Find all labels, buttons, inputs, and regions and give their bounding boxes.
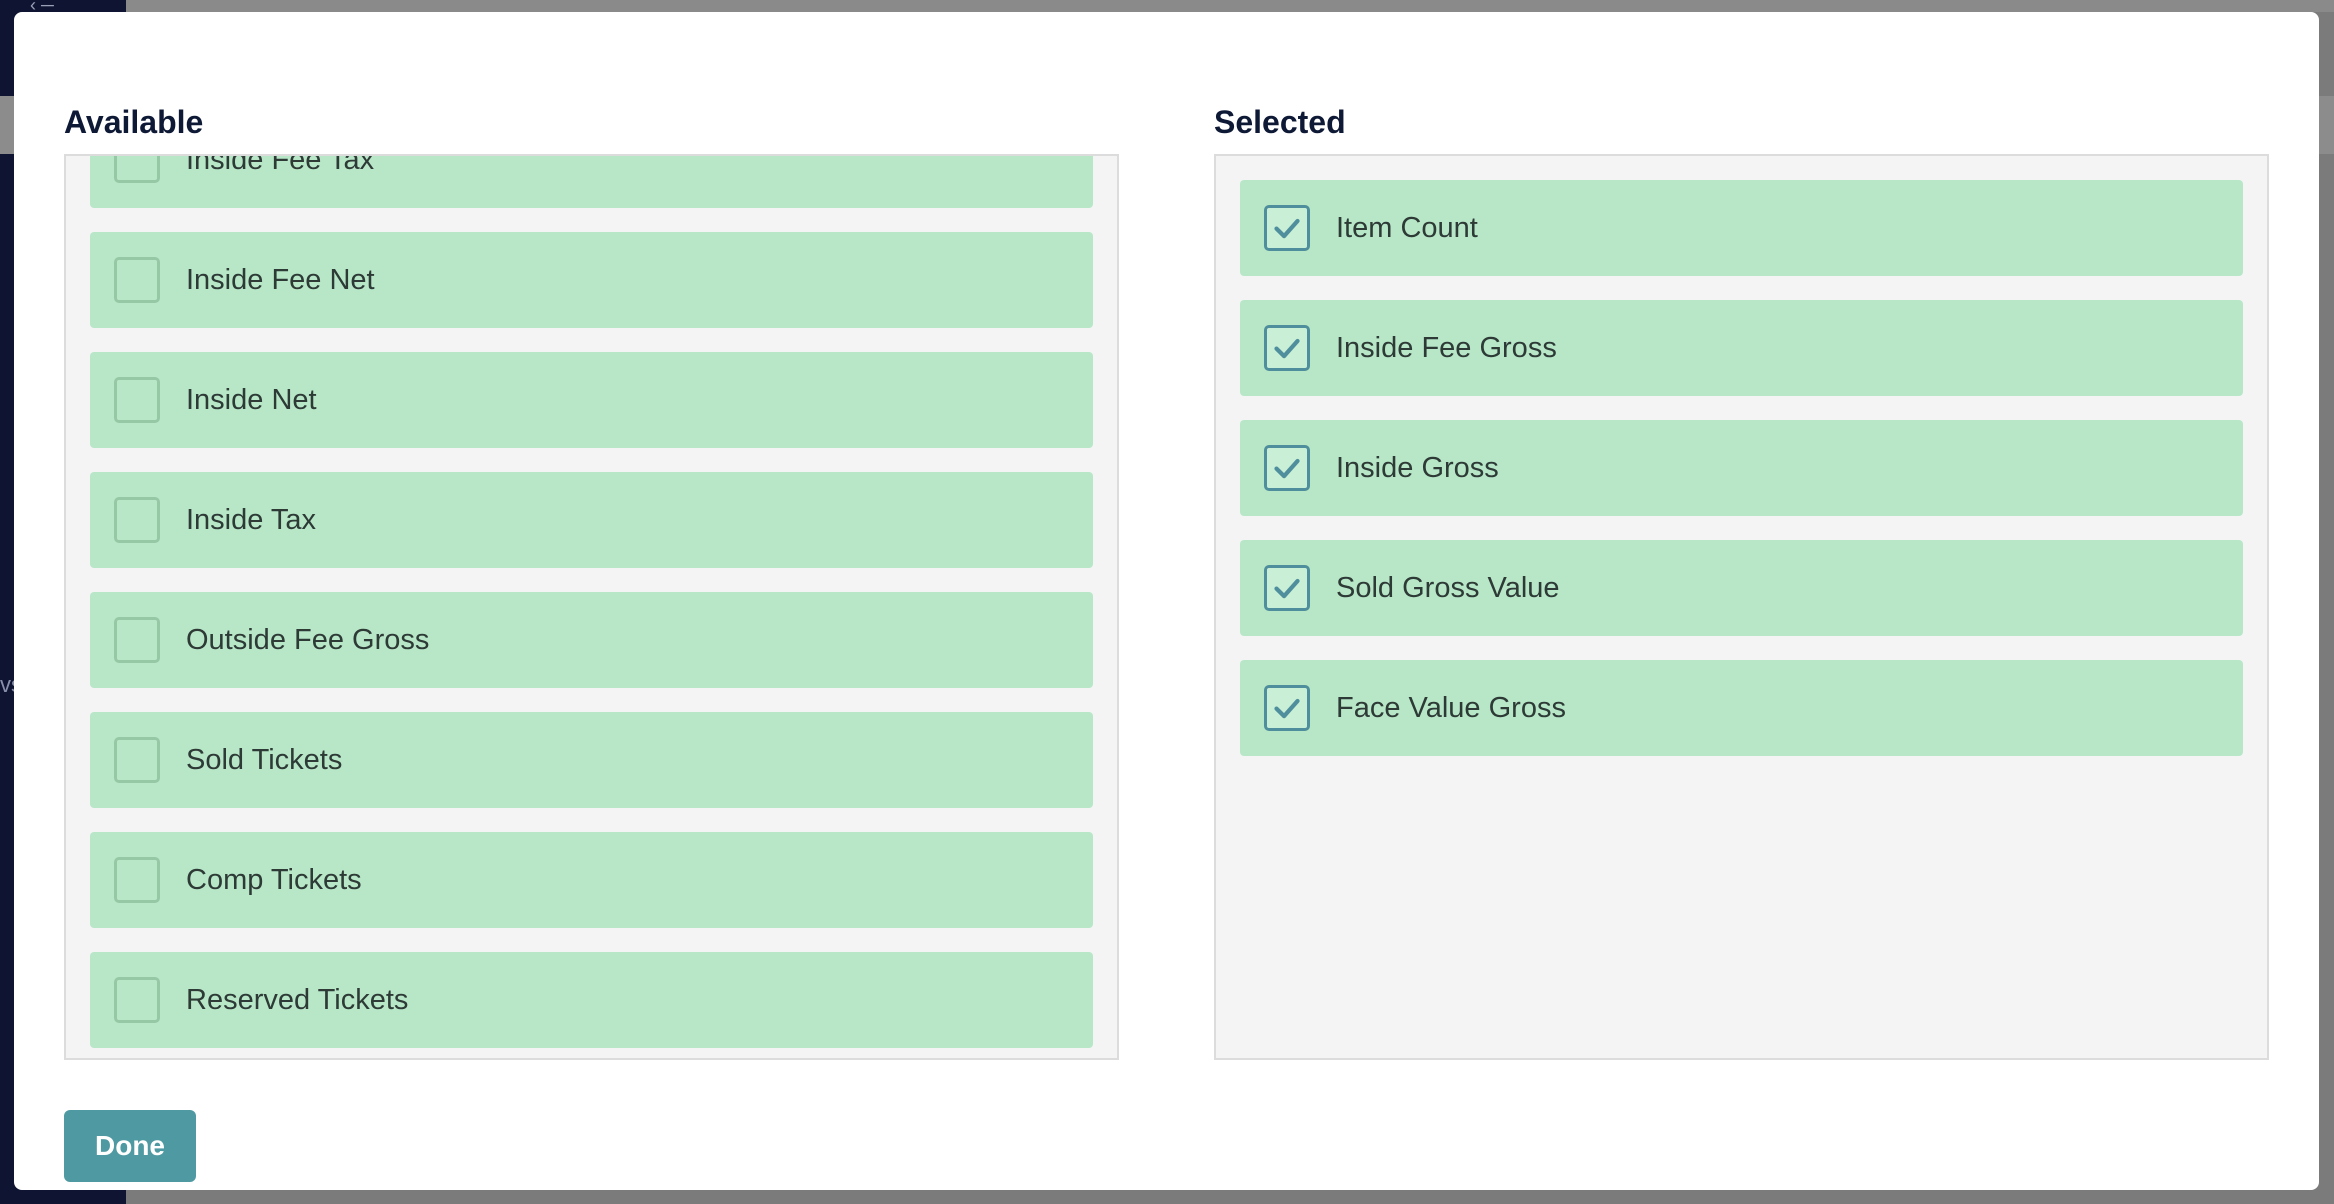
available-title: Available [64, 104, 204, 140]
list-item[interactable]: Sold Gross Value [1240, 540, 2243, 636]
checkbox-checked[interactable] [1264, 445, 1310, 491]
list-item[interactable]: Comp Tickets [90, 832, 1093, 928]
checkbox-checked[interactable] [1264, 205, 1310, 251]
selected-title: Selected [1214, 104, 1346, 140]
checkbox[interactable] [114, 257, 160, 303]
list-item-label: Reserved Tickets [186, 983, 409, 1016]
checkbox[interactable] [114, 617, 160, 663]
list-item-label: Sold Gross Value [1336, 571, 1560, 604]
check-icon [1274, 218, 1300, 239]
checkbox-checked[interactable] [1264, 325, 1310, 371]
list-item-label: Inside Fee Gross [1336, 331, 1557, 364]
check-icon [1274, 578, 1300, 599]
list-item[interactable]: Inside Tax [90, 472, 1093, 568]
check-icon [1274, 698, 1300, 719]
available-list-panel[interactable]: Inside Fee Tax Inside Fee Net Inside Net In… [64, 154, 1119, 1060]
checkbox[interactable] [114, 497, 160, 543]
checkbox[interactable] [114, 377, 160, 423]
selected-list: Item Count Inside Fee Gross Inside Gross So… [1240, 180, 2243, 780]
list-item[interactable]: Outside Fee Gross [90, 592, 1093, 688]
list-item-label: Outside Fee Gross [186, 623, 430, 656]
list-item[interactable]: Inside Fee Tax [90, 154, 1093, 208]
column-chooser-modal: Available Selected Inside Fee Tax Inside … [14, 12, 2319, 1190]
list-item[interactable]: Sold Tickets [90, 712, 1093, 808]
checkbox[interactable] [114, 857, 160, 903]
checkbox[interactable] [114, 156, 160, 183]
checkbox[interactable] [114, 737, 160, 783]
list-item-label: Sold Tickets [186, 743, 343, 776]
list-item[interactable]: Item Count [1240, 180, 2243, 276]
list-item-label: Item Count [1336, 211, 1478, 244]
available-list: Inside Fee Tax Inside Fee Net Inside Net In… [90, 154, 1093, 1058]
list-item[interactable]: Inside Fee Net [90, 232, 1093, 328]
list-item-label: Inside Fee Tax [186, 154, 375, 176]
list-item-label: Inside Tax [186, 503, 317, 536]
list-item[interactable]: Inside Net [90, 352, 1093, 448]
checkbox-checked[interactable] [1264, 565, 1310, 611]
list-item-label: Inside Fee Net [186, 263, 375, 296]
list-item[interactable]: Reserved Tickets [90, 952, 1093, 1048]
list-item-label: Face Value Gross [1336, 691, 1566, 724]
list-item-label: Inside Net [186, 383, 317, 416]
selected-list-panel[interactable]: Item Count Inside Fee Gross Inside Gross So… [1214, 154, 2269, 1060]
list-item[interactable]: Inside Gross [1240, 420, 2243, 516]
background-topbar [126, 0, 2334, 12]
check-icon [1274, 338, 1300, 359]
checkbox[interactable] [114, 977, 160, 1023]
done-button[interactable]: Done [64, 1110, 196, 1182]
list-item[interactable]: Inside Fee Gross [1240, 300, 2243, 396]
menu-icon: ‹ ─ [30, 0, 54, 15]
list-item-label: Comp Tickets [186, 863, 362, 896]
list-item[interactable]: Face Value Gross [1240, 660, 2243, 756]
list-item-label: Inside Gross [1336, 451, 1499, 484]
check-icon [1274, 458, 1300, 479]
checkbox-checked[interactable] [1264, 685, 1310, 731]
